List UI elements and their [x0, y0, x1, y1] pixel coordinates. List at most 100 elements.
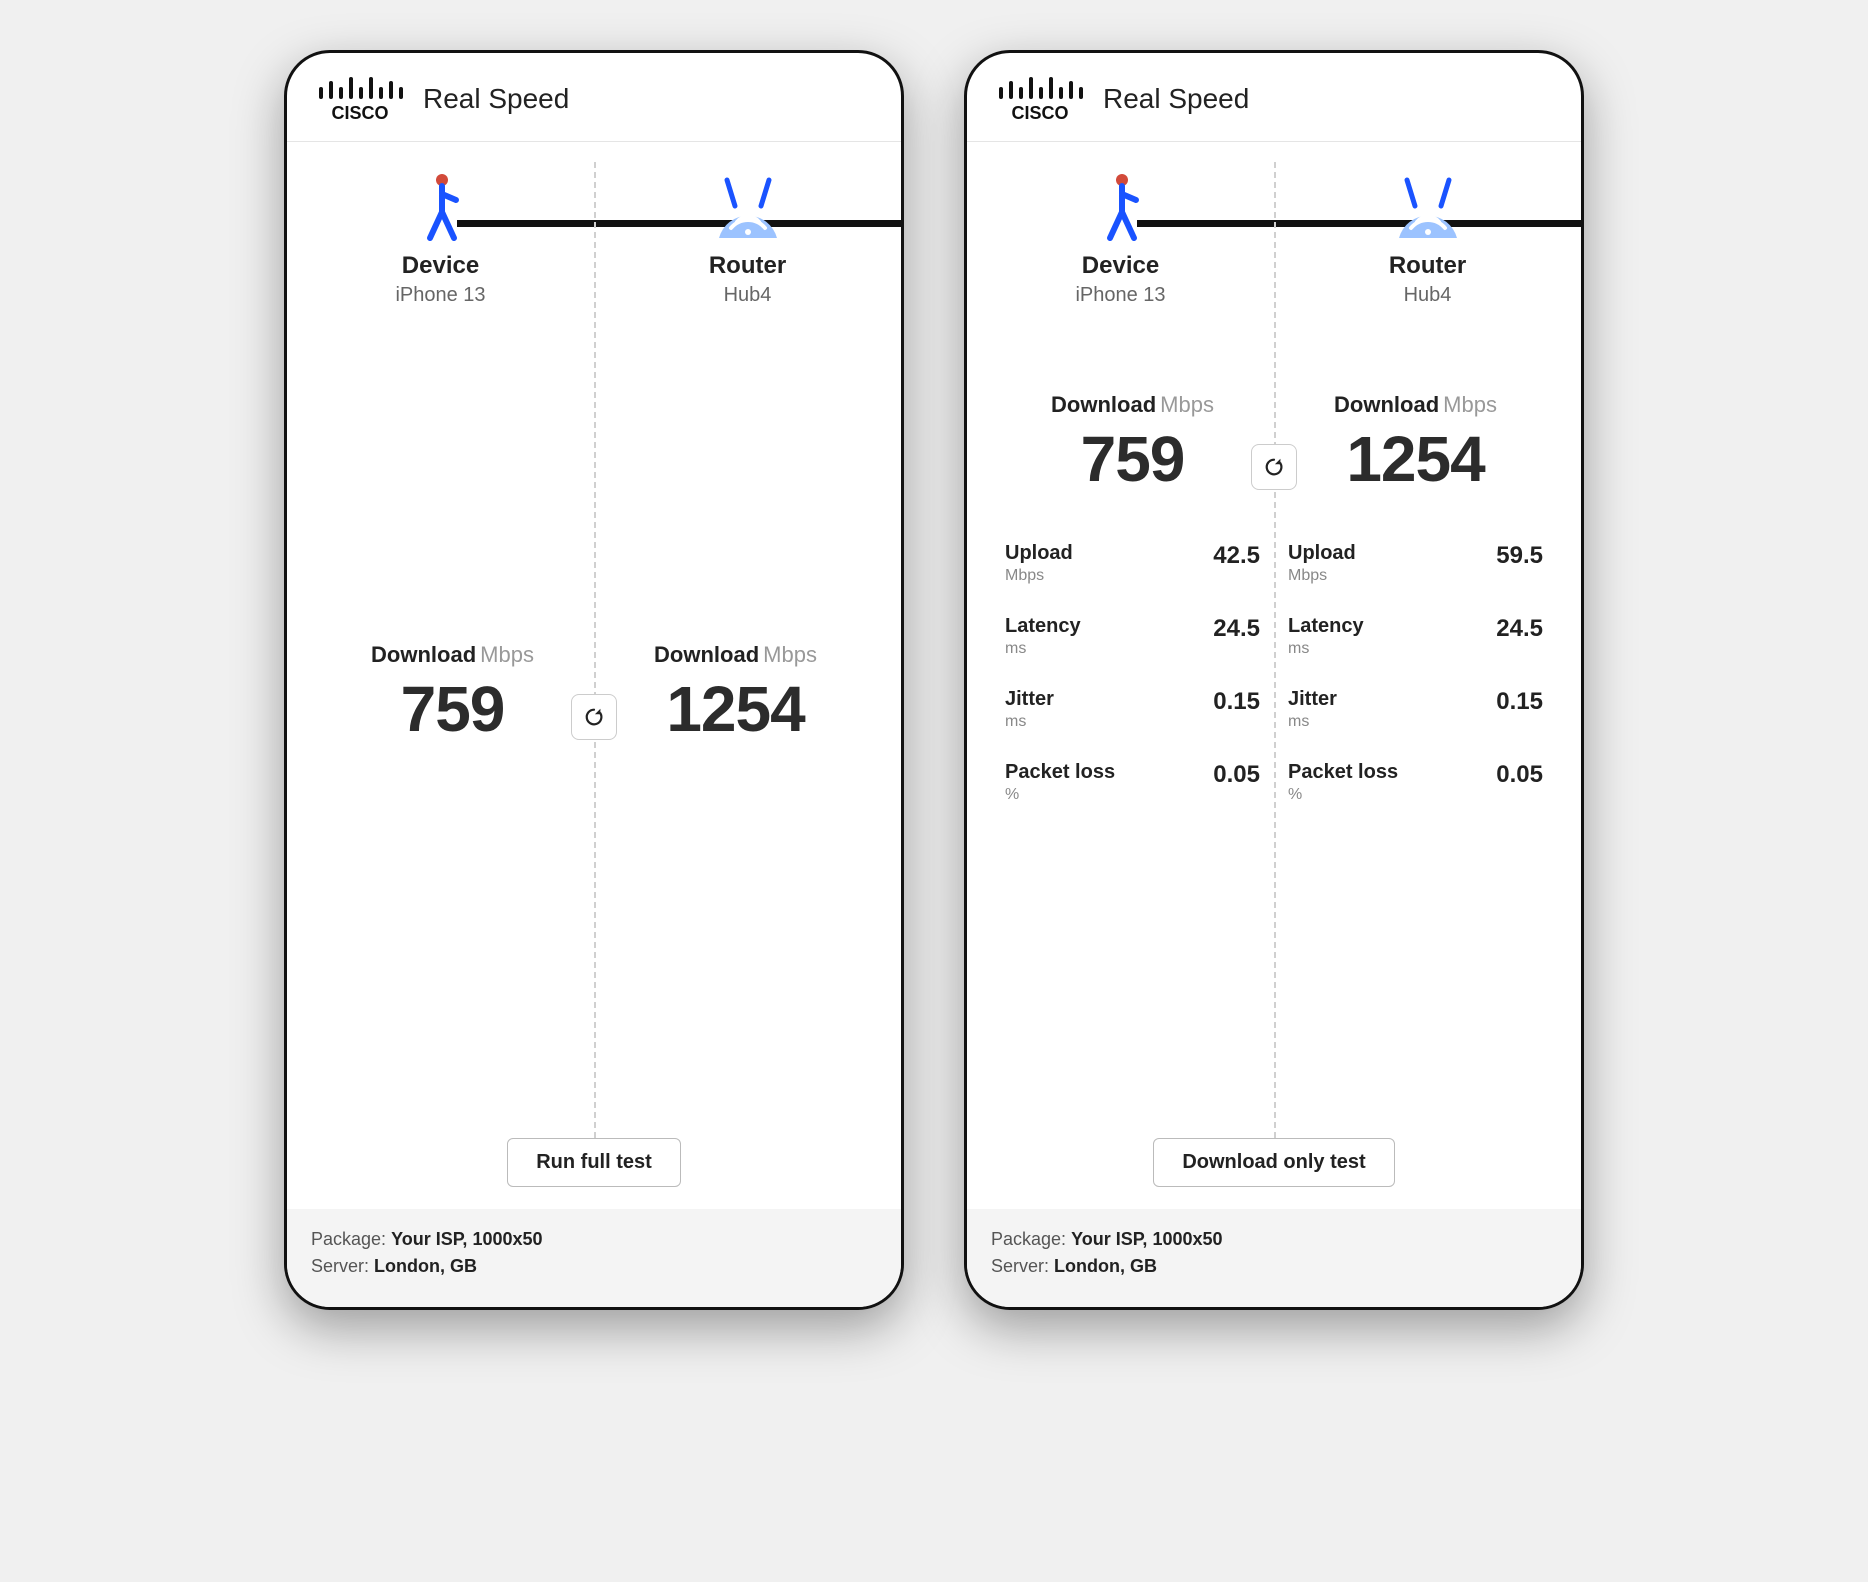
router-jitter-value: 0.15 [1496, 688, 1543, 716]
device-download-value: 759 [321, 674, 584, 744]
svg-text:CISCO: CISCO [1011, 103, 1068, 123]
refresh-icon [1263, 456, 1285, 478]
router-stats: Upload Mbps 59.5 Latency ms 24.5 Jitter ms … [1284, 530, 1547, 822]
cisco-logo-icon: CISCO [995, 75, 1085, 123]
device-name: iPhone 13 [287, 284, 594, 307]
packetloss-label: Packet loss [1288, 761, 1398, 784]
packetloss-unit: % [1005, 786, 1115, 804]
person-device-icon [1096, 172, 1146, 242]
refresh-button[interactable] [571, 694, 617, 740]
stat-upload: Upload Mbps 42.5 [1001, 530, 1264, 603]
topology-device: Device iPhone 13 [967, 162, 1274, 307]
server-label: Server: [991, 1256, 1049, 1276]
footer: Package: Your ISP, 1000x50 Server: Londo… [967, 1209, 1581, 1307]
device-upload-value: 42.5 [1213, 542, 1260, 570]
download-label: Download [1051, 392, 1156, 417]
upload-unit: Mbps [1005, 567, 1073, 585]
download-only-test-button[interactable]: Download only test [1153, 1138, 1394, 1187]
server-label: Server: [311, 1256, 369, 1276]
stat-latency: Latency ms 24.5 [1284, 603, 1547, 676]
topology-router: Router Hub4 [1274, 162, 1581, 307]
download-label: Download [654, 642, 759, 667]
package-value: Your ISP, 1000x50 [1071, 1229, 1222, 1249]
device-column: DownloadMbps 759 UploadMbps 42.5 Latency… [991, 362, 1274, 1138]
router-column: DownloadMbps 1254 [594, 362, 877, 1138]
router-column: DownloadMbps 1254 UploadMbps 59.5 Latenc… [1274, 362, 1557, 1138]
router-download-value: 1254 [604, 674, 867, 744]
run-full-test-button[interactable]: Run full test [507, 1138, 681, 1187]
upload-label: Upload [1288, 542, 1356, 565]
router-label: Router [594, 252, 901, 280]
package-label: Package: [311, 1229, 386, 1249]
stat-packetloss: Packet loss% 0.05 [1284, 749, 1547, 822]
router-name: Hub4 [1274, 284, 1581, 307]
column-divider [594, 162, 596, 1138]
download-label: Download [1334, 392, 1439, 417]
device-stats: Upload Mbps 42.5 Latency ms 24.5 Jitter ms … [1001, 530, 1264, 822]
device-name: iPhone 13 [967, 284, 1274, 307]
latency-label: Latency [1005, 615, 1081, 638]
stat-latency: Latency ms 24.5 [1001, 603, 1264, 676]
router-name: Hub4 [594, 284, 901, 307]
svg-text:CISCO: CISCO [331, 103, 388, 123]
router-icon [709, 176, 787, 242]
refresh-icon [583, 706, 605, 728]
router-packetloss-value: 0.05 [1496, 761, 1543, 789]
package-label: Package: [991, 1229, 1066, 1249]
router-download-value: 1254 [1284, 424, 1547, 494]
app-title: Real Speed [1103, 83, 1249, 115]
device-download-value: 759 [1001, 424, 1264, 494]
footer: Package: Your ISP, 1000x50 Server: Londo… [287, 1209, 901, 1307]
download-unit: Mbps [763, 642, 817, 667]
router-latency-value: 24.5 [1496, 615, 1543, 643]
latency-unit: ms [1005, 640, 1081, 658]
upload-unit: Mbps [1288, 567, 1356, 585]
results-columns: DownloadMbps 759 DownloadMbps 1254 [287, 362, 901, 1138]
device-label: Device [287, 252, 594, 280]
latency-label: Latency [1288, 615, 1364, 638]
refresh-button[interactable] [1251, 444, 1297, 490]
results-columns: DownloadMbps 759 UploadMbps 42.5 Latency… [967, 362, 1581, 1138]
topology-router: Router Hub4 [594, 162, 901, 307]
download-unit: Mbps [1443, 392, 1497, 417]
stat-jitter: Jitter ms 0.15 [1001, 676, 1264, 749]
download-unit: Mbps [1160, 392, 1214, 417]
router-label: Router [1274, 252, 1581, 280]
person-device-icon [416, 172, 466, 242]
device-label: Device [967, 252, 1274, 280]
action-row: Run full test [287, 1138, 901, 1209]
download-unit: Mbps [480, 642, 534, 667]
column-divider [1274, 162, 1276, 1138]
upload-label: Upload [1005, 542, 1073, 565]
packetloss-unit: % [1288, 786, 1398, 804]
jitter-unit: ms [1005, 713, 1054, 731]
topology-device: Device iPhone 13 [287, 162, 594, 307]
server-value: London, GB [1054, 1256, 1157, 1276]
app-header: CISCO Real Speed [967, 53, 1581, 142]
app-title: Real Speed [423, 83, 569, 115]
action-row: Download only test [967, 1138, 1581, 1209]
stat-upload: Upload Mbps 59.5 [1284, 530, 1547, 603]
device-packetloss-value: 0.05 [1213, 761, 1260, 789]
jitter-label: Jitter [1005, 688, 1054, 711]
device-latency-value: 24.5 [1213, 615, 1260, 643]
stat-jitter: Jitter ms 0.15 [1284, 676, 1547, 749]
download-label: Download [371, 642, 476, 667]
server-value: London, GB [374, 1256, 477, 1276]
device-jitter-value: 0.15 [1213, 688, 1260, 716]
device-download-block: DownloadMbps 759 [321, 642, 584, 744]
packetloss-label: Packet loss [1005, 761, 1115, 784]
jitter-label: Jitter [1288, 688, 1337, 711]
phone-full: CISCO Real Speed Device iPhone 13 [964, 50, 1584, 1310]
router-download-block: DownloadMbps 1254 [604, 642, 867, 744]
device-column: DownloadMbps 759 [311, 362, 594, 1138]
app-header: CISCO Real Speed [287, 53, 901, 142]
router-upload-value: 59.5 [1496, 542, 1543, 570]
phone-simple: CISCO Real Speed Device iPhone 13 [284, 50, 904, 1310]
device-download-block: DownloadMbps 759 [1001, 392, 1264, 494]
cisco-logo-icon: CISCO [315, 75, 405, 123]
jitter-unit: ms [1288, 713, 1337, 731]
router-icon [1389, 176, 1467, 242]
latency-unit: ms [1288, 640, 1364, 658]
package-value: Your ISP, 1000x50 [391, 1229, 542, 1249]
